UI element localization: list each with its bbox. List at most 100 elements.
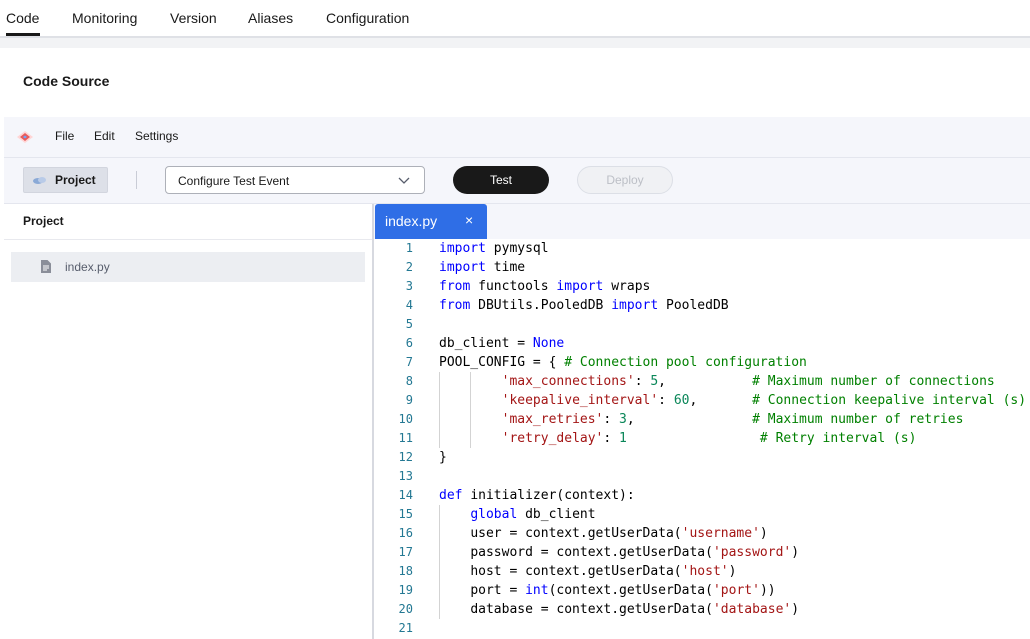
code-line[interactable]: 1 import pymysql — [374, 239, 1030, 258]
deploy-button[interactable]: Deploy — [577, 166, 673, 194]
code-line[interactable]: 14 def initializer(context): — [374, 486, 1030, 505]
indent-guide — [439, 391, 440, 410]
code-line[interactable]: 7 POOL_CONFIG = { # Connection pool confi… — [374, 353, 1030, 372]
explorer-title: Project — [23, 214, 64, 228]
code-text: from DBUtils.PooledDB import PooledDB — [439, 298, 729, 313]
code-line[interactable]: 2 import time — [374, 258, 1030, 277]
menu-file[interactable]: File — [55, 129, 74, 143]
tab-aliases[interactable]: Aliases — [248, 10, 293, 26]
toolbar-divider — [136, 171, 137, 189]
line-number: 2 — [405, 260, 413, 274]
code-line[interactable]: 13 — [374, 467, 1030, 486]
code-text: 'retry_delay': 1 # Retry interval (s) — [501, 431, 917, 446]
active-tab-indicator — [6, 33, 40, 36]
code-line[interactable]: 19 port = int(context.getUserData('port')… — [374, 581, 1030, 600]
code-text: password = context.getUserData('password… — [470, 545, 800, 560]
code-line[interactable]: 18 host = context.getUserData('host') — [374, 562, 1030, 581]
menu-settings[interactable]: Settings — [135, 129, 178, 143]
test-button[interactable]: Test — [453, 166, 549, 194]
line-number: 12 — [398, 450, 413, 464]
code-text: database = context.getUserData('database… — [470, 602, 800, 617]
line-number: 4 — [405, 298, 413, 312]
line-number: 16 — [398, 526, 413, 540]
line-number: 20 — [398, 602, 413, 616]
code-line[interactable]: 21 — [374, 619, 1030, 638]
tab-monitoring[interactable]: Monitoring — [72, 10, 137, 26]
code-line[interactable]: 10 'max_retries': 3, # Maximum number of … — [374, 410, 1030, 429]
indent-guide — [470, 372, 472, 391]
chevron-down-icon — [398, 177, 410, 184]
code-text: } — [439, 450, 447, 465]
close-icon[interactable]: × — [465, 212, 473, 228]
line-number: 21 — [398, 621, 413, 635]
indent-guide — [470, 410, 472, 429]
code-line[interactable]: 11 'retry_delay': 1 # Retry interval (s) — [374, 429, 1030, 448]
code-text: from functools import wraps — [439, 279, 651, 294]
code-text: db_client = None — [439, 336, 565, 351]
code-line[interactable]: 15 global db_client — [374, 505, 1030, 524]
line-number: 15 — [398, 507, 413, 521]
code-line[interactable]: 20 database = context.getUserData('databa… — [374, 600, 1030, 619]
file-name: index.py — [65, 260, 110, 274]
code-text: host = context.getUserData('host') — [470, 564, 737, 579]
test-event-select[interactable]: Configure Test Event — [165, 166, 425, 194]
code-line[interactable]: 5 — [374, 315, 1030, 334]
indent-guide — [470, 391, 472, 410]
code-text: 'max_retries': 3, # Maximum number of re… — [501, 412, 964, 427]
test-event-select-value: Configure Test Event — [178, 174, 290, 188]
line-number: 18 — [398, 564, 413, 578]
code-line[interactable]: 6 db_client = None — [374, 334, 1030, 353]
line-number: 11 — [398, 431, 413, 445]
file-item-index-py[interactable]: index.py — [11, 252, 365, 282]
tab-configuration[interactable]: Configuration — [326, 10, 409, 26]
line-number: 13 — [398, 469, 413, 483]
indent-guide — [439, 581, 440, 600]
code-editor[interactable]: 1 import pymysql 2 import time 3 from functoo… — [374, 239, 1030, 639]
line-number: 19 — [398, 583, 413, 597]
code-text: global db_client — [470, 507, 596, 522]
indent-guide — [439, 372, 440, 391]
line-number: 3 — [405, 279, 413, 293]
indent-guide — [439, 410, 440, 429]
project-button-label: Project — [55, 173, 96, 187]
code-text: 'max_connections': 5, # Maximum number o… — [501, 374, 995, 389]
indent-guide — [439, 429, 440, 448]
line-number: 10 — [398, 412, 413, 426]
code-line[interactable]: 17 password = context.getUserData('passwo… — [374, 543, 1030, 562]
indent-guide — [439, 505, 440, 524]
indent-guide — [439, 562, 440, 581]
code-line[interactable]: 4 from DBUtils.PooledDB import PooledDB — [374, 296, 1030, 315]
code-text: import time — [439, 260, 526, 275]
code-line[interactable]: 8 'max_connections': 5, # Maximum number … — [374, 372, 1030, 391]
content-background — [0, 38, 1030, 48]
menu-edit[interactable]: Edit — [94, 129, 115, 143]
line-number: 9 — [405, 393, 413, 407]
line-number: 5 — [405, 317, 413, 331]
section-title: Code Source — [23, 73, 110, 89]
code-line[interactable]: 16 user = context.getUserData('username') — [374, 524, 1030, 543]
code-text: 'keepalive_interval': 60, # Connection k… — [501, 393, 1027, 408]
top-tab-bar: Code Monitoring Version Aliases Configur… — [0, 0, 1030, 38]
tab-version[interactable]: Version — [170, 10, 217, 26]
code-text: port = int(context.getUserData('port')) — [470, 583, 776, 598]
editor-tab-index-py[interactable]: index.py × — [375, 204, 487, 239]
indent-guide — [439, 600, 440, 619]
line-number: 17 — [398, 545, 413, 559]
code-line[interactable]: 12} — [374, 448, 1030, 467]
code-text: user = context.getUserData('username') — [470, 526, 768, 541]
code-text: def initializer(context): — [439, 488, 635, 503]
line-number: 1 — [405, 241, 413, 255]
line-number: 14 — [398, 488, 413, 502]
app-logo-icon — [17, 131, 33, 143]
tab-code[interactable]: Code — [6, 10, 39, 26]
indent-guide — [439, 543, 440, 562]
code-line[interactable]: 3 from functools import wraps — [374, 277, 1030, 296]
indent-guide — [470, 429, 472, 448]
line-number: 7 — [405, 355, 413, 369]
indent-guide — [439, 524, 440, 543]
editor-tab-label: index.py — [385, 213, 438, 229]
code-line[interactable]: 9 'keepalive_interval': 60, # Connection … — [374, 391, 1030, 410]
project-toggle-button[interactable]: Project — [23, 167, 108, 193]
project-folder-icon — [33, 177, 46, 184]
line-number: 6 — [405, 336, 413, 350]
